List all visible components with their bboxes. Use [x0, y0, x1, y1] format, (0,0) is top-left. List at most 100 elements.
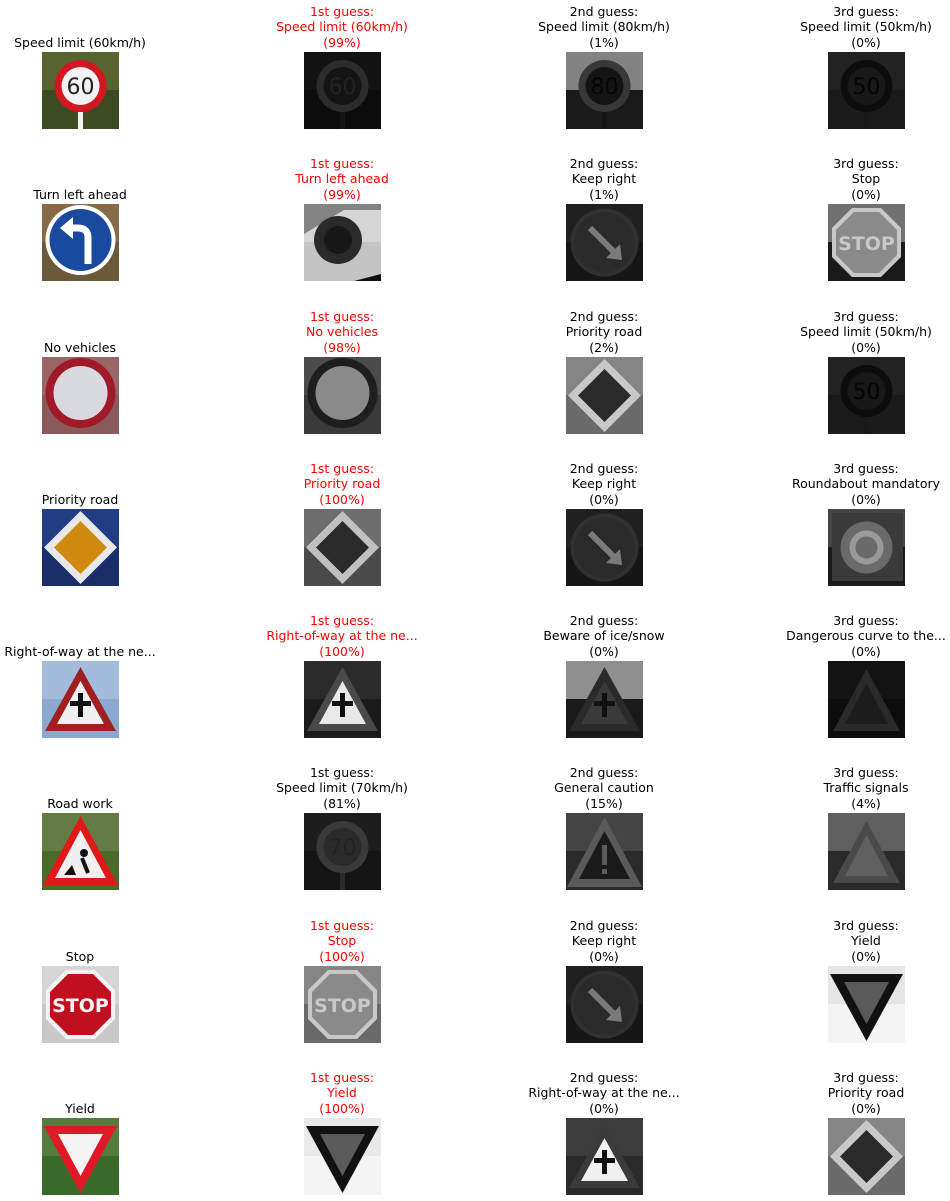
guess-line3: (99%): [323, 186, 361, 202]
guess-line3: (0%): [589, 491, 619, 507]
guess-line1: 3rd guess:: [833, 3, 899, 19]
guess-line1: 2nd guess:: [569, 612, 639, 628]
warning-sign-image: [827, 661, 905, 738]
guess-cell: 1st guess: Speed limit (60km/h) (99%) 60: [232, 3, 452, 129]
svg-text:STOP: STOP: [314, 995, 371, 1017]
guess-line2: Speed limit (70km/h): [276, 780, 408, 795]
guess-line3: (0%): [589, 643, 619, 659]
guess-cell: 3rd guess: Priority road (0%): [756, 1069, 950, 1195]
guess-line3: (0%): [589, 1100, 619, 1116]
priority-sign-image: [827, 1118, 905, 1195]
novehicles-sign-image: [41, 357, 119, 434]
guess-cell: 2nd guess: Speed limit (80km/h) (1%) 80: [494, 3, 714, 129]
guess-line3: (98%): [323, 339, 361, 355]
guess-line1: 3rd guess:: [833, 1069, 899, 1085]
yield-sign-image: [827, 966, 905, 1043]
input-sign-cell: Speed limit (60km/h) 60: [0, 34, 190, 129]
guess-line3: (81%): [323, 795, 361, 811]
guess-line2: Keep right: [571, 476, 637, 491]
guess-line3: (0%): [851, 339, 881, 355]
guess-line1: 2nd guess:: [569, 1069, 639, 1085]
guess-cell: 2nd guess: Right-of-way at the ne... (0%): [494, 1069, 714, 1195]
guess-line2: Right-of-way at the ne...: [266, 628, 418, 643]
svg-text:60: 60: [66, 75, 94, 100]
rightofway-sign-image: [565, 1118, 643, 1195]
guess-line1: 1st guess:: [309, 917, 375, 933]
guess-line3: (100%): [319, 948, 365, 964]
guess-cell: 1st guess: Stop (100%) STOP: [232, 917, 452, 1043]
keepright-sign-image: [565, 509, 643, 586]
guess-cell: 3rd guess: Yield (0%): [756, 917, 950, 1043]
guess-line1: 3rd guess:: [833, 460, 899, 476]
guess-line2: Dangerous curve to the...: [786, 628, 946, 643]
guess-line1: 1st guess:: [309, 3, 375, 19]
guess-cell: 3rd guess: Traffic signals (4%): [756, 764, 950, 890]
svg-text:STOP: STOP: [838, 233, 895, 255]
guess-line2: Roundabout mandatory: [791, 476, 941, 491]
guess-line2: Right-of-way at the ne...: [528, 1085, 680, 1100]
guess-line1: 1st guess:: [309, 764, 375, 780]
input-label: Stop: [65, 948, 95, 964]
input-sign-cell: Turn left ahead: [0, 186, 190, 281]
guess-line1: 3rd guess:: [833, 764, 899, 780]
guess-line3: (0%): [851, 186, 881, 202]
guess-line2: Priority road: [827, 1085, 905, 1100]
svg-text:50: 50: [852, 75, 880, 100]
guess-line2: Keep right: [571, 933, 637, 948]
roundabout-sign-image: [827, 509, 905, 586]
guess-line1: 2nd guess:: [569, 917, 639, 933]
svg-text:50: 50: [852, 380, 880, 405]
stop-sign-image: STOP: [303, 966, 381, 1043]
input-sign-cell: Yield: [0, 1100, 190, 1195]
guess-line2: Speed limit (60km/h): [276, 19, 408, 34]
guess-line1: 3rd guess:: [833, 308, 899, 324]
guess-cell: 2nd guess: General caution (15%): [494, 765, 714, 890]
warning-sign-image: [827, 813, 905, 890]
guess-line2: Stop: [851, 171, 881, 186]
guess-cell: 2nd guess: Keep right (0%): [494, 917, 714, 1043]
guess-line1: 3rd guess:: [833, 917, 899, 933]
input-label: Speed limit (60km/h): [14, 34, 146, 50]
disc-sign-image: [303, 204, 381, 281]
guess-cell: 1st guess: No vehicles (98%): [232, 309, 452, 434]
guess-cell: 2nd guess: Keep right (0%): [494, 461, 714, 586]
guess-line3: (2%): [589, 339, 619, 355]
guess-line2: No vehicles: [305, 324, 378, 339]
guess-line3: (100%): [319, 491, 365, 507]
keepright-sign-image: [565, 966, 643, 1043]
guess-line2: Speed limit (80km/h): [538, 19, 670, 34]
input-sign-cell: Priority road: [0, 492, 190, 586]
roadwork-sign-image: [41, 813, 119, 890]
guess-line3: (0%): [851, 1100, 881, 1116]
input-label: Turn left ahead: [33, 186, 127, 202]
yield-sign-image: [303, 1118, 381, 1195]
input-label: Road work: [47, 795, 113, 811]
turnleft-sign-image: [41, 204, 119, 281]
guess-cell: 1st guess: Speed limit (70km/h) (81%) 70: [232, 764, 452, 890]
input-label: Right-of-way at the ne...: [4, 643, 156, 659]
guess-line2: Priority road: [565, 324, 643, 339]
input-label: Yield: [65, 1100, 95, 1116]
guess-cell: 3rd guess: Dangerous curve to the... (0%): [756, 613, 950, 738]
guess-cell: 1st guess: Priority road (100%): [232, 460, 452, 586]
keepright-sign-image: [565, 204, 643, 281]
speed-sign-image: 50: [827, 52, 905, 129]
priority-sign-image: [565, 357, 643, 434]
guess-cell: 1st guess: Yield (100%): [232, 1070, 452, 1195]
guess-line1: 2nd guess:: [569, 155, 639, 171]
novehicles-sign-image: [303, 357, 381, 434]
caution-sign-image: [565, 813, 643, 890]
priority-sign-image: [303, 509, 381, 586]
guess-line1: 2nd guess:: [569, 3, 639, 19]
guess-line2: General caution: [554, 780, 654, 795]
guess-line2: Traffic signals: [823, 780, 909, 795]
guess-cell: 2nd guess: Priority road (2%): [494, 309, 714, 434]
guess-line3: (0%): [851, 34, 881, 50]
input-sign-cell: Stop STOP: [0, 948, 190, 1043]
speed-sign-image: 80: [565, 52, 643, 129]
speed-sign-image: 60: [41, 52, 119, 129]
guess-line3: (0%): [851, 643, 881, 659]
rightofway-sign-image: [565, 661, 643, 738]
guess-line1: 1st guess:: [309, 460, 375, 476]
guess-line2: Beware of ice/snow: [543, 628, 665, 643]
